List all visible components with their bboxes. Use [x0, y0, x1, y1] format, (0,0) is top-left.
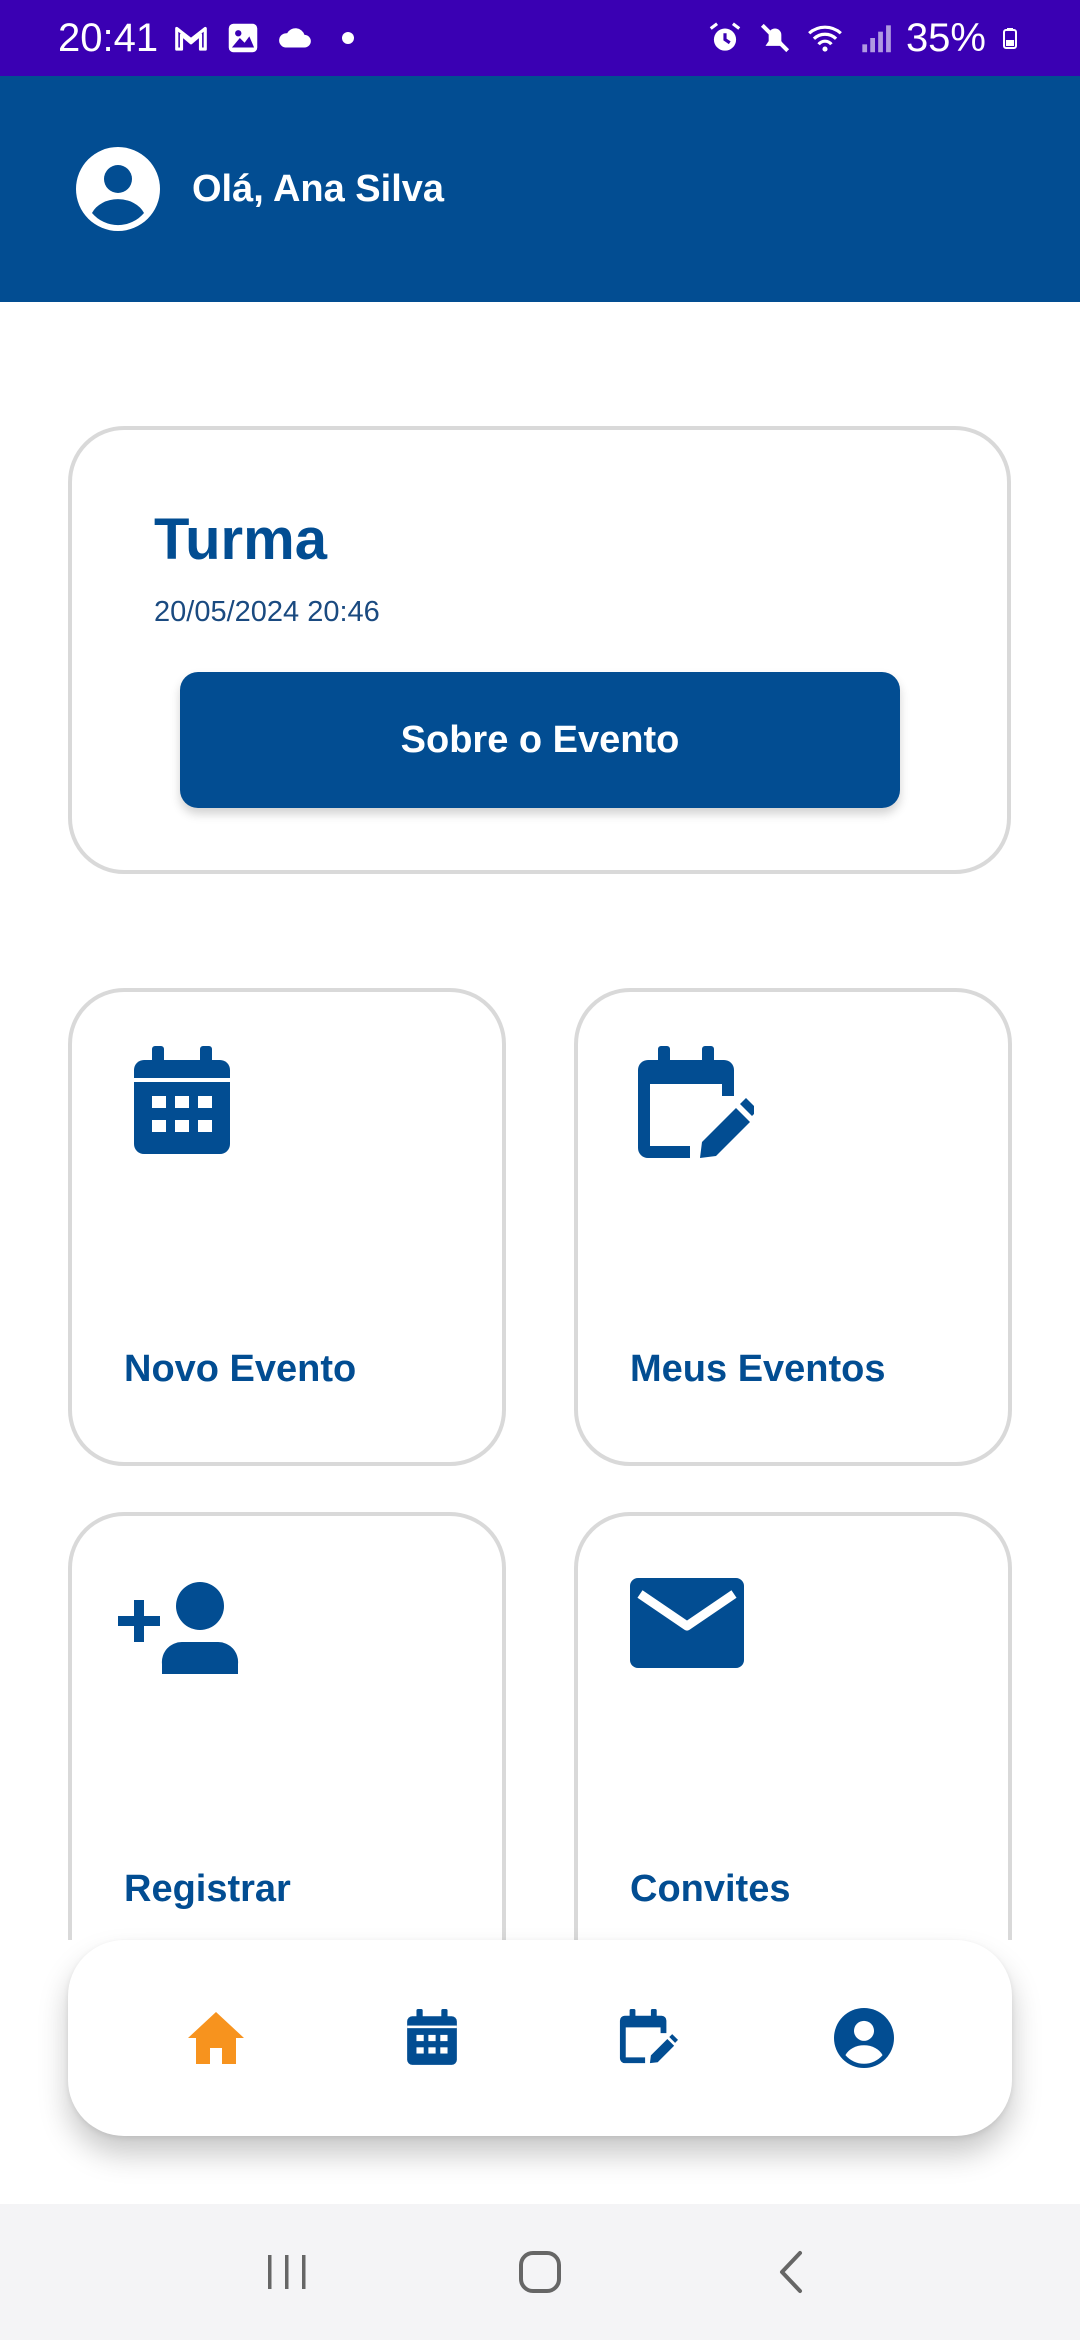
tile-new-event[interactable]: Novo Evento — [68, 988, 506, 1466]
tile-register[interactable]: Registrar — [68, 1512, 506, 1940]
calendar-edit-icon — [619, 2008, 678, 2064]
home-outline-icon — [518, 2251, 561, 2293]
user-circle-icon[interactable] — [76, 147, 160, 231]
cloud-icon — [279, 28, 311, 48]
calendar-edit-icon — [638, 1046, 754, 1158]
tile-label: Registrar — [124, 1868, 291, 1910]
wifi-icon — [808, 25, 842, 52]
event-datetime: 20/05/2024 20:46 — [154, 596, 380, 628]
calendar-icon — [134, 1046, 230, 1154]
tile-label: Novo Evento — [124, 1348, 357, 1390]
system-home-button[interactable] — [500, 2232, 580, 2312]
recents-icon — [267, 2255, 306, 2289]
battery-percent: 35% — [905, 15, 986, 60]
status-time: 20:41 — [58, 15, 159, 60]
battery-icon — [1003, 28, 1017, 49]
signal-icon — [862, 25, 891, 53]
status-bar: 20:41 35% — [0, 0, 1080, 76]
tile-invites[interactable]: Convites — [574, 1512, 1012, 1940]
app-header: Olá, Ana Silva — [0, 76, 1080, 302]
alarm-icon — [709, 22, 741, 51]
notification-dot-icon — [342, 32, 355, 44]
nav-calendar[interactable] — [387, 1993, 477, 2083]
event-title: Turma — [154, 507, 327, 572]
tile-label: Convites — [630, 1868, 791, 1910]
status-left: 20:41 — [58, 15, 355, 61]
bottom-nav — [68, 1940, 1012, 2136]
nav-home[interactable] — [171, 1993, 261, 2083]
greeting-text: Olá, Ana Silva — [192, 167, 445, 210]
event-card: Turma 20/05/2024 20:46 Sobre o Evento — [68, 426, 1011, 874]
recents-button[interactable] — [247, 2232, 327, 2312]
add-user-icon — [118, 1582, 239, 1674]
envelope-icon — [630, 1578, 744, 1668]
gmail-icon — [175, 26, 207, 51]
back-button[interactable] — [753, 2232, 833, 2312]
nav-profile[interactable] — [819, 1993, 909, 2083]
system-nav-bar — [0, 2204, 1080, 2340]
about-event-button[interactable]: Sobre o Evento — [180, 672, 900, 808]
calendar-icon — [407, 2009, 457, 2065]
user-circle-icon — [834, 2008, 894, 2068]
status-right: 35% — [706, 16, 1022, 61]
nav-my-events[interactable] — [603, 1993, 693, 2083]
gallery-icon — [228, 23, 258, 53]
home-icon — [188, 2012, 244, 2064]
mute-icon — [760, 23, 790, 53]
tile-label: Meus Eventos — [630, 1348, 886, 1390]
back-icon — [780, 2251, 803, 2293]
tile-my-events[interactable]: Meus Eventos — [574, 988, 1012, 1466]
